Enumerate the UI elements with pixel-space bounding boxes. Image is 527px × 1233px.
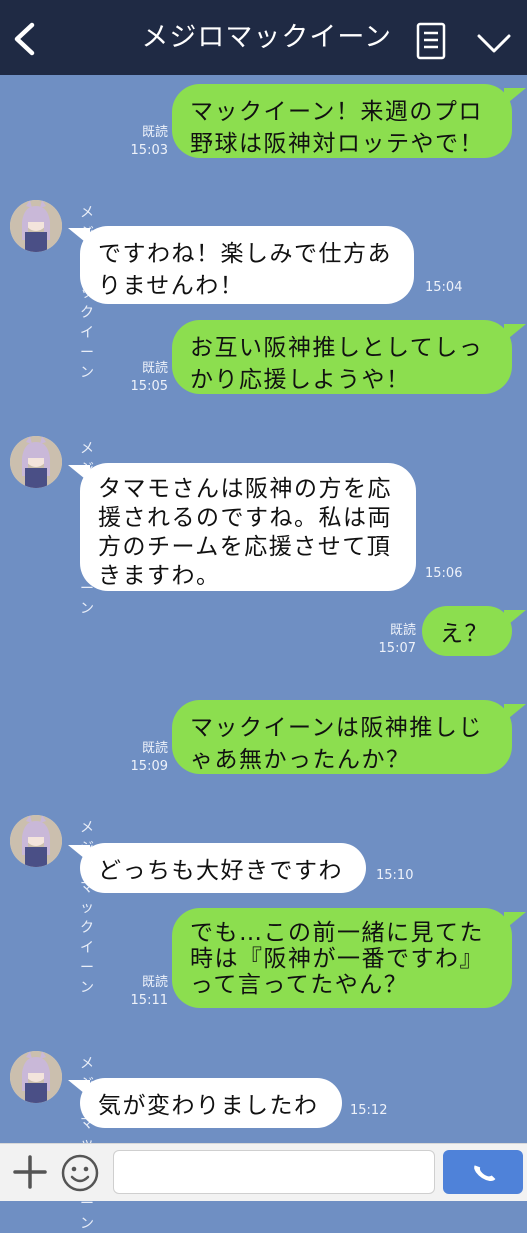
bubble-tail (504, 324, 526, 342)
message-input[interactable] (113, 1150, 435, 1194)
message-text-line: ゃあ無かったんか？ (190, 747, 411, 773)
message-input-bar (0, 1143, 527, 1201)
message-time: 15:06 (425, 566, 463, 581)
read-receipt: 既読 (141, 975, 168, 990)
read-receipt: 既読 (141, 361, 168, 376)
message-bubble[interactable]: タマモさんは阪神の方を応 援されるのですね。私は両 方のチームを応援させて頂 き… (80, 463, 416, 591)
message-text-line: タマモさんは阪神の方を応 (98, 476, 392, 502)
message-bubble[interactable]: でも…この前一緒に見てた 時は『阪神が一番ですわ』 って言ってたやん？ (172, 908, 512, 1008)
message-meta: 既読 15:09 (118, 740, 168, 776)
bubble-tail (504, 610, 526, 628)
message-bubble[interactable]: お互い阪神推しとしてしっ かり応援しようや！ (172, 320, 512, 394)
avatar[interactable] (10, 436, 62, 488)
message-text-line: マックイーンは阪神推しじ (190, 715, 483, 741)
phone-icon (474, 1165, 496, 1182)
message-time: 15:12 (350, 1103, 388, 1118)
chat-header: メジロマックイーン (0, 0, 527, 75)
message-text-line: どっちも大好きですわ (98, 858, 343, 884)
read-receipt: 既読 (389, 623, 416, 638)
message-bubble[interactable]: マックイーン！来週のプロ 野球は阪神対ロッテやで！ (172, 84, 512, 158)
message-text-line: お互い阪神推しとしてしっ (190, 335, 484, 361)
message-time: 15:07 (378, 641, 416, 656)
message-meta: 既読 15:07 (366, 622, 416, 658)
bubble-tail (504, 704, 526, 722)
message-text-line: って言ってたやん？ (190, 972, 409, 998)
message-text-line: 野球は阪神対ロッテやで！ (190, 131, 484, 157)
notes-icon[interactable] (416, 22, 446, 60)
message-time: 15:10 (376, 868, 414, 883)
message-bubble[interactable]: ですわね！楽しみで仕方あ りませんわ！ (80, 226, 414, 304)
avatar[interactable] (10, 200, 62, 252)
message-text-line: でも…この前一緒に見てた (190, 920, 484, 946)
message-meta: 既読 15:05 (118, 360, 168, 396)
message-text-line: え？ (440, 621, 489, 647)
message-meta: 既読 15:03 (118, 124, 168, 160)
avatar[interactable] (10, 815, 62, 867)
read-receipt: 既読 (141, 741, 168, 756)
message-meta: 既読 15:11 (118, 974, 168, 1010)
read-receipt: 既読 (141, 125, 168, 140)
message-bubble[interactable]: 気が変わりましたわ (80, 1078, 342, 1128)
message-time: 15:11 (130, 993, 168, 1008)
sender-name: メジロマックイーン (80, 820, 95, 996)
bubble-tail (504, 88, 526, 106)
call-button[interactable] (443, 1150, 523, 1194)
message-bubble[interactable]: え？ (422, 606, 512, 656)
message-bubble[interactable]: どっちも大好きですわ (80, 843, 366, 893)
avatar[interactable] (10, 1051, 62, 1103)
message-text-line: マックイーン！来週のプロ (190, 99, 483, 125)
message-text-line: 援されるのですね。私は両 (98, 505, 392, 531)
message-text-line: 気が変わりましたわ (98, 1093, 319, 1119)
message-text-line: 方のチームを応援させて頂 (98, 534, 392, 560)
message-text-line: かり応援しようや！ (190, 367, 411, 393)
message-text-line: ですわね！楽しみで仕方あ (98, 241, 392, 267)
message-text-line: きますわ。 (98, 563, 221, 589)
message-time: 15:03 (130, 143, 168, 158)
message-bubble[interactable]: マックイーンは阪神推しじ ゃあ無かったんか？ (172, 700, 512, 774)
message-time: 15:09 (130, 759, 168, 774)
chat-title: メジロマックイーン (141, 22, 392, 53)
back-icon[interactable] (12, 22, 36, 56)
bubble-tail (504, 912, 526, 930)
message-time: 15:04 (425, 280, 463, 295)
message-text-line: 時は『阪神が一番ですわ』 (190, 946, 484, 972)
message-time: 15:05 (130, 379, 168, 394)
chevron-down-icon[interactable] (476, 32, 512, 56)
plus-icon[interactable] (12, 1154, 48, 1190)
message-text-line: りませんわ！ (98, 273, 245, 299)
emoji-icon[interactable] (60, 1153, 100, 1193)
